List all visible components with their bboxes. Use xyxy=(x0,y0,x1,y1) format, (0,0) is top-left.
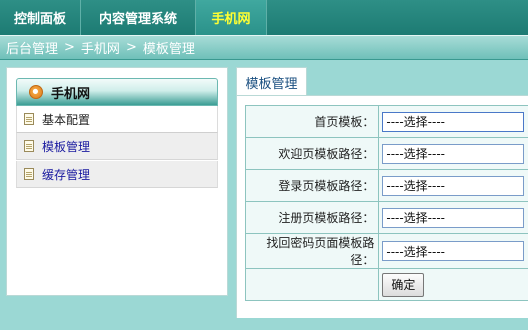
tab-template-management[interactable]: 模板管理 xyxy=(236,67,307,96)
form-row: 找回密码页面模板路径： ----选择---- xyxy=(244,233,528,269)
sidebar-item-label: 缓存管理 xyxy=(42,167,91,182)
document-icon xyxy=(24,140,34,152)
sidebar-header: 手机网 xyxy=(16,78,218,106)
form-row: 注册页模板路径： ----选择---- xyxy=(244,201,528,234)
sidebar-title: 手机网 xyxy=(51,86,91,102)
welcome-template-select[interactable]: ----选择---- xyxy=(382,143,525,164)
template-form: 首页模板： ----选择---- 欢迎页模板路径： ----选择---- 登录页… xyxy=(244,105,528,301)
form-container: 首页模板： ----选择---- 欢迎页模板路径： ----选择---- 登录页… xyxy=(236,95,528,318)
login-template-label: 登录页模板路径： xyxy=(244,169,380,202)
empty-label-cell xyxy=(244,268,380,301)
home-template-label: 首页模板： xyxy=(244,105,380,138)
nav-tab-control-panel[interactable]: 控制面板 xyxy=(0,0,81,35)
password-recovery-template-label: 找回密码页面模板路径： xyxy=(244,233,380,269)
breadcrumb-separator: > xyxy=(64,40,75,55)
sidebar-item-label: 基本配置 xyxy=(42,112,91,127)
top-nav: 控制面板 内容管理系统 手机网 xyxy=(0,0,528,35)
sidebar-item-label: 模板管理 xyxy=(42,139,91,154)
main-panel: 模板管理 首页模板： ----选择---- 欢迎页模板路径： ----选择---… xyxy=(234,67,528,318)
sidebar-item-cache-management[interactable]: 缓存管理 xyxy=(16,161,218,188)
register-template-select[interactable]: ----选择---- xyxy=(382,207,525,228)
sidebar-panel: 手机网 基本配置 模板管理 缓存管理 xyxy=(6,67,228,296)
breadcrumb-item-admin[interactable]: 后台管理 xyxy=(6,38,58,57)
breadcrumb: 后台管理 > 手机网 > 模板管理 xyxy=(0,35,528,60)
home-template-select[interactable]: ----选择---- xyxy=(382,111,525,132)
document-icon xyxy=(24,168,34,180)
welcome-template-label: 欢迎页模板路径： xyxy=(244,137,380,170)
breadcrumb-item-mobile-site[interactable]: 手机网 xyxy=(81,38,120,57)
sidebar-item-basic-config[interactable]: 基本配置 xyxy=(16,106,218,133)
form-row: 首页模板： ----选择---- xyxy=(244,105,528,138)
nav-tab-mobile-site[interactable]: 手机网 xyxy=(196,0,267,35)
breadcrumb-item-template-management: 模板管理 xyxy=(142,42,195,57)
login-template-select[interactable]: ----选择---- xyxy=(382,175,525,196)
confirm-button[interactable]: 确定 xyxy=(382,272,425,297)
nav-tab-cms[interactable]: 内容管理系统 xyxy=(81,0,196,35)
form-row: 确定 xyxy=(244,268,528,301)
register-template-label: 注册页模板路径： xyxy=(244,201,380,234)
password-recovery-template-select[interactable]: ----选择---- xyxy=(382,241,525,261)
form-row: 登录页模板路径： ----选择---- xyxy=(244,169,528,202)
sidebar-item-template-management[interactable]: 模板管理 xyxy=(16,133,218,160)
breadcrumb-separator: > xyxy=(125,40,137,55)
document-icon xyxy=(24,113,34,125)
orange-disc-icon xyxy=(29,85,43,99)
form-row: 欢迎页模板路径： ----选择---- xyxy=(244,137,528,170)
